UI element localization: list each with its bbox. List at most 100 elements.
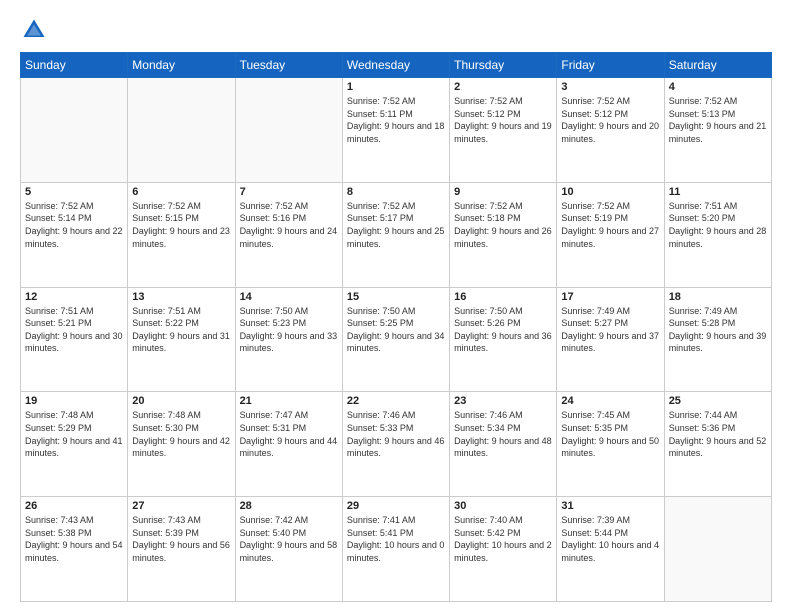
day-number: 3: [561, 81, 659, 93]
calendar-cell: [21, 78, 128, 183]
day-number: 17: [561, 291, 659, 303]
day-info: Sunrise: 7:52 AMSunset: 5:12 PMDaylight:…: [454, 95, 552, 145]
calendar-cell: 28Sunrise: 7:42 AMSunset: 5:40 PMDayligh…: [235, 497, 342, 602]
calendar-cell: 9 Sunrise: 7:52 AMSunset: 5:18 PMDaylight…: [450, 182, 557, 287]
day-number: 5: [25, 186, 123, 198]
calendar-cell: 5 Sunrise: 7:52 AMSunset: 5:14 PMDaylight…: [21, 182, 128, 287]
day-info: Sunrise: 7:52 AMSunset: 5:19 PMDaylight:…: [561, 200, 659, 250]
calendar-cell: 16 Sunrise: 7:50 AMSunset: 5:26 PMDayligh…: [450, 287, 557, 392]
calendar-cell: 23 Sunrise: 7:46 AMSunset: 5:34 PMDayligh…: [450, 392, 557, 497]
day-info: Sunrise: 7:52 AMSunset: 5:16 PMDaylight:…: [240, 200, 338, 250]
calendar-cell: 27 Sunrise: 7:43 AMSunset: 5:39 PMDayligh…: [128, 497, 235, 602]
day-number: 16: [454, 291, 552, 303]
calendar-cell: [128, 78, 235, 183]
calendar-week-3: 12Sunrise: 7:51 AMSunset: 5:21 PMDayligh…: [21, 287, 772, 392]
day-info: Sunrise: 7:50 AMSunset: 5:23 PMDaylight:…: [240, 305, 338, 355]
calendar-cell: 2 Sunrise: 7:52 AMSunset: 5:12 PMDaylight…: [450, 78, 557, 183]
day-info: Sunrise: 7:49 AMSunset: 5:28 PMDaylight:…: [669, 305, 767, 355]
calendar-week-1: 1 Sunrise: 7:52 AMSunset: 5:11 PMDaylight…: [21, 78, 772, 183]
day-number: 1: [347, 81, 445, 93]
day-number: 15: [347, 291, 445, 303]
calendar-cell: 14 Sunrise: 7:50 AMSunset: 5:23 PMDayligh…: [235, 287, 342, 392]
day-info: Sunrise: 7:45 AMSunset: 5:35 PMDaylight:…: [561, 409, 659, 459]
calendar-cell: 20 Sunrise: 7:48 AMSunset: 5:30 PMDayligh…: [128, 392, 235, 497]
calendar-cell: 18Sunrise: 7:49 AMSunset: 5:28 PMDayligh…: [664, 287, 771, 392]
calendar-table: SundayMondayTuesdayWednesdayThursdayFrid…: [20, 52, 772, 602]
day-number: 2: [454, 81, 552, 93]
day-info: Sunrise: 7:43 AMSunset: 5:39 PMDaylight:…: [132, 514, 230, 564]
day-number: 10: [561, 186, 659, 198]
calendar-cell: [235, 78, 342, 183]
day-info: Sunrise: 7:51 AMSunset: 5:21 PMDaylight:…: [25, 305, 123, 355]
logo-icon: [20, 16, 48, 44]
day-number: 26: [25, 500, 123, 512]
day-number: 24: [561, 395, 659, 407]
weekday-header-monday: Monday: [128, 53, 235, 78]
day-info: Sunrise: 7:52 AMSunset: 5:15 PMDaylight:…: [132, 200, 230, 250]
calendar-cell: 21 Sunrise: 7:47 AMSunset: 5:31 PMDayligh…: [235, 392, 342, 497]
calendar-cell: 17 Sunrise: 7:49 AMSunset: 5:27 PMDayligh…: [557, 287, 664, 392]
day-number: 21: [240, 395, 338, 407]
calendar-cell: 1 Sunrise: 7:52 AMSunset: 5:11 PMDaylight…: [342, 78, 449, 183]
weekday-header-saturday: Saturday: [664, 53, 771, 78]
day-number: 28: [240, 500, 338, 512]
calendar-cell: 10 Sunrise: 7:52 AMSunset: 5:19 PMDayligh…: [557, 182, 664, 287]
day-info: Sunrise: 7:48 AMSunset: 5:29 PMDaylight:…: [25, 409, 123, 459]
weekday-header-tuesday: Tuesday: [235, 53, 342, 78]
calendar-cell: 31Sunrise: 7:39 AMSunset: 5:44 PMDayligh…: [557, 497, 664, 602]
day-number: 23: [454, 395, 552, 407]
calendar-cell: 26 Sunrise: 7:43 AMSunset: 5:38 PMDayligh…: [21, 497, 128, 602]
calendar-cell: 22Sunrise: 7:46 AMSunset: 5:33 PMDayligh…: [342, 392, 449, 497]
calendar-cell: 12Sunrise: 7:51 AMSunset: 5:21 PMDayligh…: [21, 287, 128, 392]
calendar-week-4: 19 Sunrise: 7:48 AMSunset: 5:29 PMDayligh…: [21, 392, 772, 497]
day-info: Sunrise: 7:52 AMSunset: 5:18 PMDaylight:…: [454, 200, 552, 250]
calendar-cell: 29Sunrise: 7:41 AMSunset: 5:41 PMDayligh…: [342, 497, 449, 602]
day-number: 30: [454, 500, 552, 512]
day-info: Sunrise: 7:52 AMSunset: 5:17 PMDaylight:…: [347, 200, 445, 250]
calendar-cell: 30 Sunrise: 7:40 AMSunset: 5:42 PMDayligh…: [450, 497, 557, 602]
day-number: 27: [132, 500, 230, 512]
day-number: 6: [132, 186, 230, 198]
calendar-cell: 7 Sunrise: 7:52 AMSunset: 5:16 PMDaylight…: [235, 182, 342, 287]
day-number: 9: [454, 186, 552, 198]
day-number: 19: [25, 395, 123, 407]
page: SundayMondayTuesdayWednesdayThursdayFrid…: [0, 0, 792, 612]
weekday-header-wednesday: Wednesday: [342, 53, 449, 78]
calendar-cell: 13Sunrise: 7:51 AMSunset: 5:22 PMDayligh…: [128, 287, 235, 392]
weekday-header-sunday: Sunday: [21, 53, 128, 78]
weekday-header-friday: Friday: [557, 53, 664, 78]
calendar-cell: 8 Sunrise: 7:52 AMSunset: 5:17 PMDaylight…: [342, 182, 449, 287]
day-info: Sunrise: 7:49 AMSunset: 5:27 PMDaylight:…: [561, 305, 659, 355]
calendar-cell: 3Sunrise: 7:52 AMSunset: 5:12 PMDaylight…: [557, 78, 664, 183]
day-number: 14: [240, 291, 338, 303]
day-info: Sunrise: 7:46 AMSunset: 5:34 PMDaylight:…: [454, 409, 552, 459]
calendar-cell: 6 Sunrise: 7:52 AMSunset: 5:15 PMDaylight…: [128, 182, 235, 287]
day-info: Sunrise: 7:52 AMSunset: 5:14 PMDaylight:…: [25, 200, 123, 250]
calendar-cell: 19 Sunrise: 7:48 AMSunset: 5:29 PMDayligh…: [21, 392, 128, 497]
day-info: Sunrise: 7:43 AMSunset: 5:38 PMDaylight:…: [25, 514, 123, 564]
day-number: 11: [669, 186, 767, 198]
calendar-week-2: 5 Sunrise: 7:52 AMSunset: 5:14 PMDaylight…: [21, 182, 772, 287]
day-info: Sunrise: 7:46 AMSunset: 5:33 PMDaylight:…: [347, 409, 445, 459]
day-number: 20: [132, 395, 230, 407]
day-info: Sunrise: 7:52 AMSunset: 5:13 PMDaylight:…: [669, 95, 767, 145]
day-info: Sunrise: 7:48 AMSunset: 5:30 PMDaylight:…: [132, 409, 230, 459]
day-info: Sunrise: 7:47 AMSunset: 5:31 PMDaylight:…: [240, 409, 338, 459]
day-info: Sunrise: 7:51 AMSunset: 5:22 PMDaylight:…: [132, 305, 230, 355]
header: [20, 16, 772, 44]
day-info: Sunrise: 7:44 AMSunset: 5:36 PMDaylight:…: [669, 409, 767, 459]
calendar-cell: 15 Sunrise: 7:50 AMSunset: 5:25 PMDayligh…: [342, 287, 449, 392]
day-info: Sunrise: 7:40 AMSunset: 5:42 PMDaylight:…: [454, 514, 552, 564]
day-number: 4: [669, 81, 767, 93]
day-info: Sunrise: 7:52 AMSunset: 5:11 PMDaylight:…: [347, 95, 445, 145]
day-info: Sunrise: 7:50 AMSunset: 5:26 PMDaylight:…: [454, 305, 552, 355]
day-number: 31: [561, 500, 659, 512]
day-number: 29: [347, 500, 445, 512]
day-number: 8: [347, 186, 445, 198]
day-number: 25: [669, 395, 767, 407]
calendar-cell: 24 Sunrise: 7:45 AMSunset: 5:35 PMDayligh…: [557, 392, 664, 497]
day-info: Sunrise: 7:50 AMSunset: 5:25 PMDaylight:…: [347, 305, 445, 355]
calendar-cell: 11Sunrise: 7:51 AMSunset: 5:20 PMDayligh…: [664, 182, 771, 287]
day-number: 7: [240, 186, 338, 198]
weekday-header-thursday: Thursday: [450, 53, 557, 78]
